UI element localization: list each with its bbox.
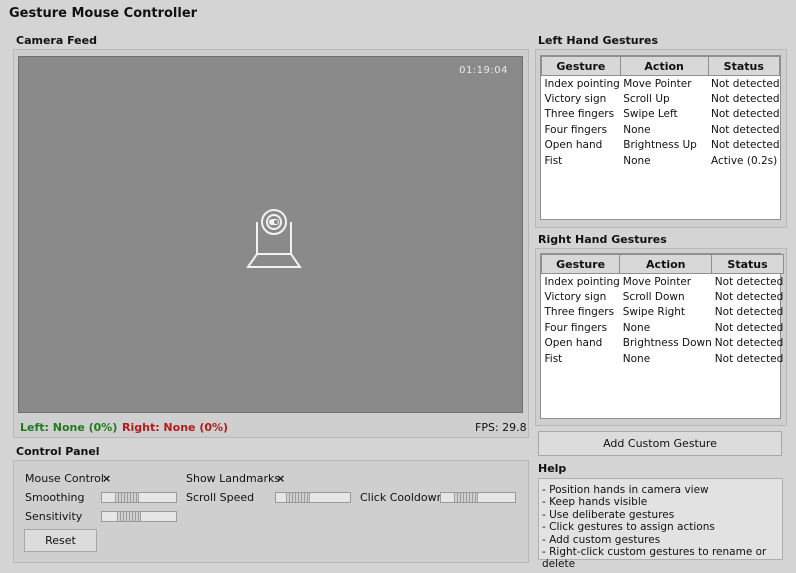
gesture-cell: Four fingers [544, 123, 608, 136]
help-title: Help [538, 462, 567, 475]
column-header-gesture[interactable]: Gesture [540, 254, 621, 274]
help-line: - Use deliberate gestures [542, 508, 675, 521]
table-row[interactable]: Index pointing Move Pointer Not detected [542, 274, 784, 290]
show-landmarks-label: Show Landmarks [186, 472, 281, 485]
scroll-speed-slider-thumb[interactable] [286, 493, 310, 502]
sensitivity-slider[interactable] [101, 511, 177, 522]
column-header-status[interactable]: Status [707, 56, 781, 76]
mouse-control-checkbox[interactable]: × [102, 472, 111, 485]
table-row[interactable]: Three fingers Swipe Left Not detected [542, 107, 780, 123]
column-header-action[interactable]: Action [619, 56, 709, 76]
status-cell: Not detected [711, 92, 780, 105]
feed-timestamp: 01:19:04 [459, 65, 508, 76]
mouse-control-label: Mouse Control [25, 472, 104, 485]
action-cell[interactable]: Move Pointer [620, 76, 708, 92]
gesture-cell: Fist [544, 154, 563, 167]
camera-feed-title: Camera Feed [16, 34, 97, 47]
smoothing-slider[interactable] [101, 492, 177, 503]
table-row[interactable]: Open hand Brightness Down Not detected [542, 336, 784, 352]
action-cell[interactable]: None [620, 320, 712, 336]
gesture-cell: Fist [544, 352, 563, 365]
help-line: - Position hands in camera view [542, 484, 709, 496]
action-cell[interactable]: Scroll Down [620, 289, 712, 305]
action-cell[interactable]: Scroll Up [620, 91, 708, 107]
help-line: - Right-click custom gestures to rename … [542, 546, 767, 571]
right-gestures-title: Right Hand Gestures [538, 233, 667, 246]
gesture-cell: Open hand [544, 337, 603, 350]
scroll-speed-slider[interactable] [275, 492, 351, 503]
webcam-icon [246, 209, 302, 268]
status-cell: Not detected [714, 337, 784, 350]
gesture-cell: Open hand [544, 139, 603, 152]
reset-button[interactable]: Reset [24, 529, 97, 552]
table-row[interactable]: Fist None Active (0.2s) [542, 153, 780, 169]
action-cell[interactable]: Swipe Right [620, 305, 712, 321]
action-cell[interactable]: None [620, 122, 708, 138]
gesture-cell: Four fingers [544, 321, 608, 334]
fps-readout: FPS: 29.8 [475, 421, 527, 434]
help-line: - Click gestures to assign actions [542, 521, 715, 534]
gesture-cell: Index pointing [544, 77, 620, 90]
window-title: Gesture Mouse Controller [9, 6, 198, 21]
column-header-action[interactable]: Action [619, 254, 713, 274]
smoothing-label: Smoothing [25, 491, 85, 504]
action-cell[interactable]: None [620, 351, 712, 367]
left-gestures-table: Gesture Action Status Index pointing Move… [540, 55, 781, 220]
right-hand-status: Right: None (0%) [122, 421, 229, 434]
status-cell: Not detected [711, 77, 780, 90]
click-cooldown-slider-thumb[interactable] [454, 493, 478, 502]
status-cell: Not detected [714, 352, 784, 365]
show-landmarks-checkbox[interactable]: × [276, 472, 285, 485]
table-row[interactable]: Four fingers None Not detected [542, 122, 780, 138]
table-row[interactable]: Open hand Brightness Up Not detected [542, 138, 780, 154]
table-row[interactable]: Three fingers Swipe Right Not detected [542, 305, 784, 321]
scroll-speed-label: Scroll Speed [186, 491, 255, 504]
status-cell: Not detected [714, 306, 784, 319]
column-header-gesture[interactable]: Gesture [541, 56, 621, 76]
action-cell[interactable]: Brightness Down [620, 336, 712, 352]
status-cell: Not detected [711, 139, 780, 152]
table-row[interactable]: Victory sign Scroll Up Not detected [542, 91, 780, 107]
action-cell[interactable]: Brightness Up [620, 138, 708, 154]
right-gestures-table: Gesture Action Status Index pointing Move… [540, 253, 784, 419]
gesture-cell: Victory sign [544, 290, 607, 303]
gesture-cell: Three fingers [544, 108, 615, 121]
column-header-status[interactable]: Status [711, 254, 784, 274]
table-row[interactable]: Index pointing Move Pointer Not detected [542, 76, 780, 92]
status-cell: Not detected [714, 275, 784, 288]
gesture-cell: Victory sign [544, 92, 607, 105]
control-panel-title: Control Panel [16, 445, 100, 458]
action-cell[interactable]: None [620, 153, 708, 169]
action-cell[interactable]: Swipe Left [620, 107, 708, 123]
table-row[interactable]: Four fingers None Not detected [542, 320, 784, 336]
gesture-cell: Index pointing [544, 275, 620, 288]
help-line: - Add custom gestures [542, 533, 661, 546]
status-cell: Not detected [714, 321, 784, 334]
smoothing-slider-thumb[interactable] [115, 493, 139, 502]
gesture-cell: Three fingers [544, 306, 615, 319]
click-cooldown-label: Click Cooldown [360, 491, 444, 504]
table-row[interactable]: Fist None Not detected [542, 351, 784, 367]
status-cell: Not detected [714, 290, 784, 303]
add-custom-gesture-button[interactable]: Add Custom Gesture [538, 431, 782, 456]
status-cell: Not detected [711, 123, 780, 136]
sensitivity-slider-thumb[interactable] [117, 512, 141, 521]
help-box: - Position hands in camera view - Keep h… [538, 478, 783, 570]
status-cell: Not detected [711, 108, 780, 121]
sensitivity-label: Sensitivity [25, 510, 83, 523]
camera-feed-view: 01:19:04 [18, 56, 523, 413]
click-cooldown-slider[interactable] [440, 492, 516, 503]
left-hand-status: Left: None (0%) [20, 421, 118, 434]
left-gestures-title: Left Hand Gestures [538, 34, 659, 47]
table-row[interactable]: Victory sign Scroll Down Not detected [542, 289, 784, 305]
status-cell: Active (0.2s) [711, 154, 778, 167]
action-cell[interactable]: Move Pointer [620, 274, 712, 290]
help-line: - Keep hands visible [542, 496, 648, 509]
